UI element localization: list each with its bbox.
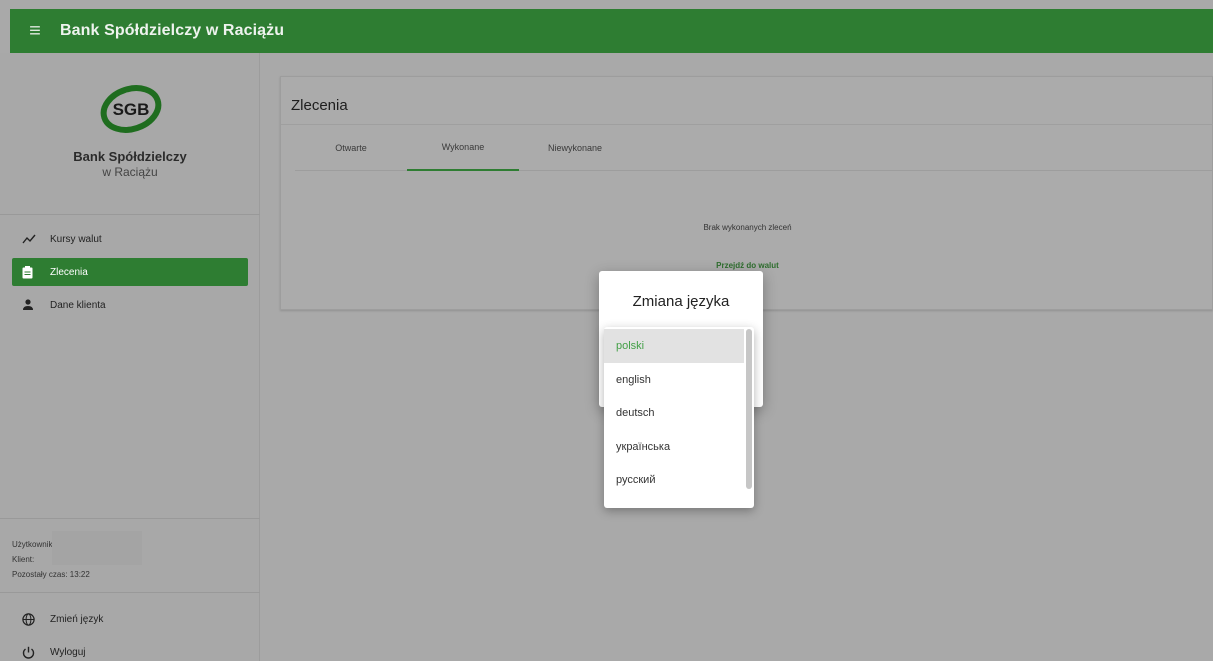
sgb-logo-icon: SGB <box>100 85 162 133</box>
logo-area: SGB Bank Spółdzielczy w Raciążu <box>0 53 260 215</box>
logo-mark: SGB <box>113 100 150 119</box>
orders-tabs: Otwarte Wykonane Niewykonane <box>295 125 1213 171</box>
change-language-button[interactable]: Zmień język <box>12 605 248 633</box>
user-info: Użytkownik: Klient: Pozostały czas: 13:2… <box>0 518 260 593</box>
language-dropdown[interactable]: polski english deutsch українська русски… <box>604 327 754 508</box>
sidebar-item-dane-klienta[interactable]: Dane klienta <box>12 291 248 319</box>
chart-line-icon <box>22 234 50 244</box>
dialog-title: Zmiana języka <box>632 293 730 310</box>
logo-title: Bank Spółdzielczy <box>73 149 187 164</box>
redacted-user-info <box>52 531 142 565</box>
sidebar-bottom-nav: Zmień język Wyloguj <box>12 605 248 661</box>
tab-niewykonane[interactable]: Niewykonane <box>519 125 631 171</box>
empty-state-message: Brak wykonanych zleceń <box>703 223 792 232</box>
menu-icon[interactable]: ≡ <box>10 9 60 53</box>
logo-subtitle: w Raciążu <box>102 165 158 179</box>
sidebar-item-zlecenia[interactable]: Zlecenia <box>12 258 248 286</box>
power-icon <box>22 646 50 659</box>
go-to-currencies-link[interactable]: Przejdź do walut <box>281 261 1213 270</box>
clipboard-icon <box>22 265 50 279</box>
language-option-russian[interactable]: русский <box>604 463 744 497</box>
logout-label: Wyloguj <box>50 646 86 658</box>
globe-icon <box>22 612 50 626</box>
page-title: Zlecenia <box>291 97 348 114</box>
sidebar-item-label: Kursy walut <box>50 233 102 245</box>
tab-otwarte[interactable]: Otwarte <box>295 125 407 171</box>
sidebar-item-kursy-walut[interactable]: Kursy walut <box>12 225 248 253</box>
sidebar-nav: Kursy walut Zlecenia Dane klienta <box>12 225 248 324</box>
tab-wykonane[interactable]: Wykonane <box>407 125 519 171</box>
language-option-english[interactable]: english <box>604 363 744 397</box>
sidebar-item-label: Zlecenia <box>50 266 88 278</box>
change-language-label: Zmień język <box>50 613 104 625</box>
sidebar: SGB Bank Spółdzielczy w Raciążu Kursy wa… <box>0 53 260 661</box>
logout-button[interactable]: Wyloguj <box>12 638 248 661</box>
dropdown-scrollbar[interactable] <box>746 329 752 489</box>
top-bar: ≡ Bank Spółdzielczy w Raciążu <box>10 9 1213 53</box>
app-title: Bank Spółdzielczy w Raciążu <box>60 22 285 39</box>
language-option-polski[interactable]: polski <box>604 329 744 363</box>
language-option-deutsch[interactable]: deutsch <box>604 396 744 430</box>
person-icon <box>22 299 50 311</box>
sidebar-item-label: Dane klienta <box>50 299 106 311</box>
language-option-ukrainian[interactable]: українська <box>604 430 744 464</box>
session-time-left: Pozostały czas: 13:22 <box>12 570 90 579</box>
